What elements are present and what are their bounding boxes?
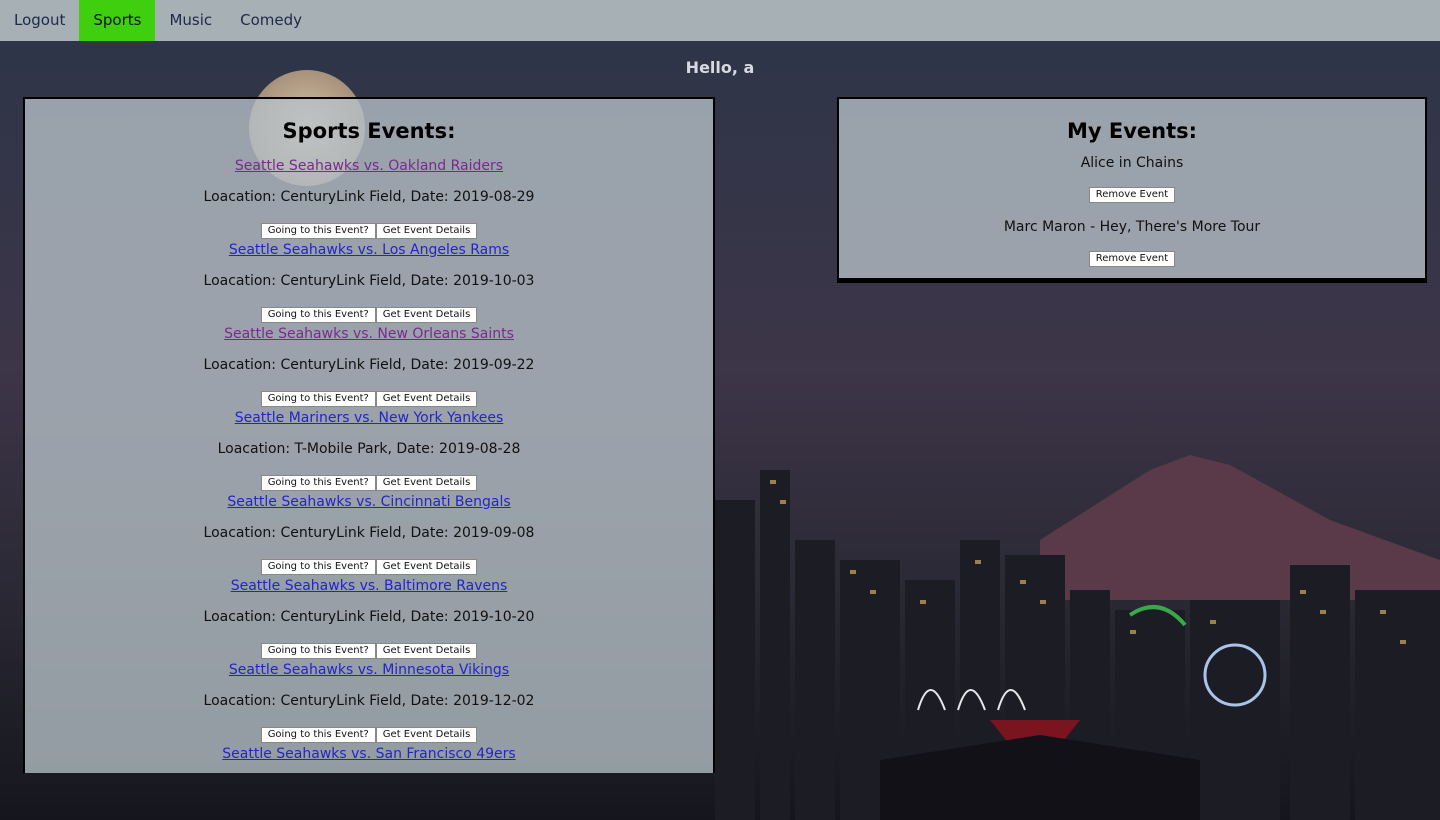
event-link[interactable]: Seattle Seahawks vs. Cincinnati Bengals	[227, 494, 510, 510]
get-event-details-button[interactable]: Get Event Details	[375, 475, 478, 491]
event-item: Seattle Seahawks vs. Baltimore Ravens Lo…	[25, 575, 713, 659]
event-location: Loacation: CenturyLink Field, Date: 2019…	[203, 357, 535, 373]
going-to-event-button[interactable]: Going to this Event?	[260, 475, 376, 491]
nav-comedy[interactable]: Comedy	[226, 0, 316, 41]
nav-music[interactable]: Music	[155, 0, 226, 41]
event-item: Seattle Seahawks vs. Oakland Raiders Loa…	[25, 155, 713, 239]
my-event-name: Alice in Chains	[1080, 155, 1184, 171]
get-event-details-button[interactable]: Get Event Details	[375, 643, 478, 659]
event-location: Loacation: CenturyLink Field, Date: 2019…	[203, 273, 535, 289]
going-to-event-button[interactable]: Going to this Event?	[260, 391, 376, 407]
my-events-panel: My Events: Alice in Chains Remove Event …	[837, 97, 1427, 283]
event-item: Seattle Seahawks vs. Cincinnati Bengals …	[25, 491, 713, 575]
get-event-details-button[interactable]: Get Event Details	[375, 307, 478, 323]
my-event-item: Marc Maron - Hey, There's More Tour Remo…	[839, 219, 1425, 267]
going-to-event-button[interactable]: Going to this Event?	[260, 559, 376, 575]
event-location: Loacation: CenturyLink Field, Date: 2019…	[203, 189, 535, 205]
sports-events-panel: Sports Events: Seattle Seahawks vs. Oakl…	[23, 97, 715, 773]
going-to-event-button[interactable]: Going to this Event?	[260, 727, 376, 743]
my-events-title: My Events:	[1066, 119, 1198, 143]
event-link[interactable]: Seattle Seahawks vs. New Orleans Saints	[224, 326, 514, 342]
event-link[interactable]: Seattle Seahawks vs. Baltimore Ravens	[231, 578, 508, 594]
get-event-details-button[interactable]: Get Event Details	[375, 559, 478, 575]
event-link[interactable]: Seattle Seahawks vs. San Francisco 49ers	[222, 746, 515, 762]
event-item: Seattle Seahawks vs. San Francisco 49ers	[25, 743, 713, 762]
event-link[interactable]: Seattle Mariners vs. New York Yankees	[235, 410, 504, 426]
event-location: Loacation: CenturyLink Field, Date: 2019…	[203, 693, 535, 709]
get-event-details-button[interactable]: Get Event Details	[375, 727, 478, 743]
event-link[interactable]: Seattle Seahawks vs. Los Angeles Rams	[229, 242, 509, 258]
get-event-details-button[interactable]: Get Event Details	[375, 391, 478, 407]
event-link[interactable]: Seattle Seahawks vs. Oakland Raiders	[235, 158, 503, 174]
event-item: Seattle Seahawks vs. Minnesota Vikings L…	[25, 659, 713, 743]
get-event-details-button[interactable]: Get Event Details	[375, 223, 478, 239]
event-item: Seattle Seahawks vs. New Orleans Saints …	[25, 323, 713, 407]
remove-event-button[interactable]: Remove Event	[1088, 251, 1176, 267]
going-to-event-button[interactable]: Going to this Event?	[260, 307, 376, 323]
remove-event-button[interactable]: Remove Event	[1088, 187, 1176, 203]
event-location: Loacation: T-Mobile Park, Date: 2019-08-…	[217, 441, 521, 457]
top-navbar: Logout Sports Music Comedy	[0, 0, 1440, 41]
greeting-text: Hello, a	[685, 58, 755, 77]
event-location: Loacation: CenturyLink Field, Date: 2019…	[203, 609, 535, 625]
my-event-item: Alice in Chains Remove Event	[839, 155, 1425, 203]
event-item: Seattle Mariners vs. New York Yankees Lo…	[25, 407, 713, 491]
event-location: Loacation: CenturyLink Field, Date: 2019…	[203, 525, 535, 541]
my-event-name: Marc Maron - Hey, There's More Tour	[1003, 219, 1261, 235]
event-item: Seattle Seahawks vs. Los Angeles Rams Lo…	[25, 239, 713, 323]
sports-events-title: Sports Events:	[282, 119, 456, 143]
nav-sports[interactable]: Sports	[79, 0, 156, 41]
event-link[interactable]: Seattle Seahawks vs. Minnesota Vikings	[229, 662, 509, 678]
going-to-event-button[interactable]: Going to this Event?	[260, 643, 376, 659]
nav-logout[interactable]: Logout	[0, 0, 79, 41]
going-to-event-button[interactable]: Going to this Event?	[260, 223, 376, 239]
